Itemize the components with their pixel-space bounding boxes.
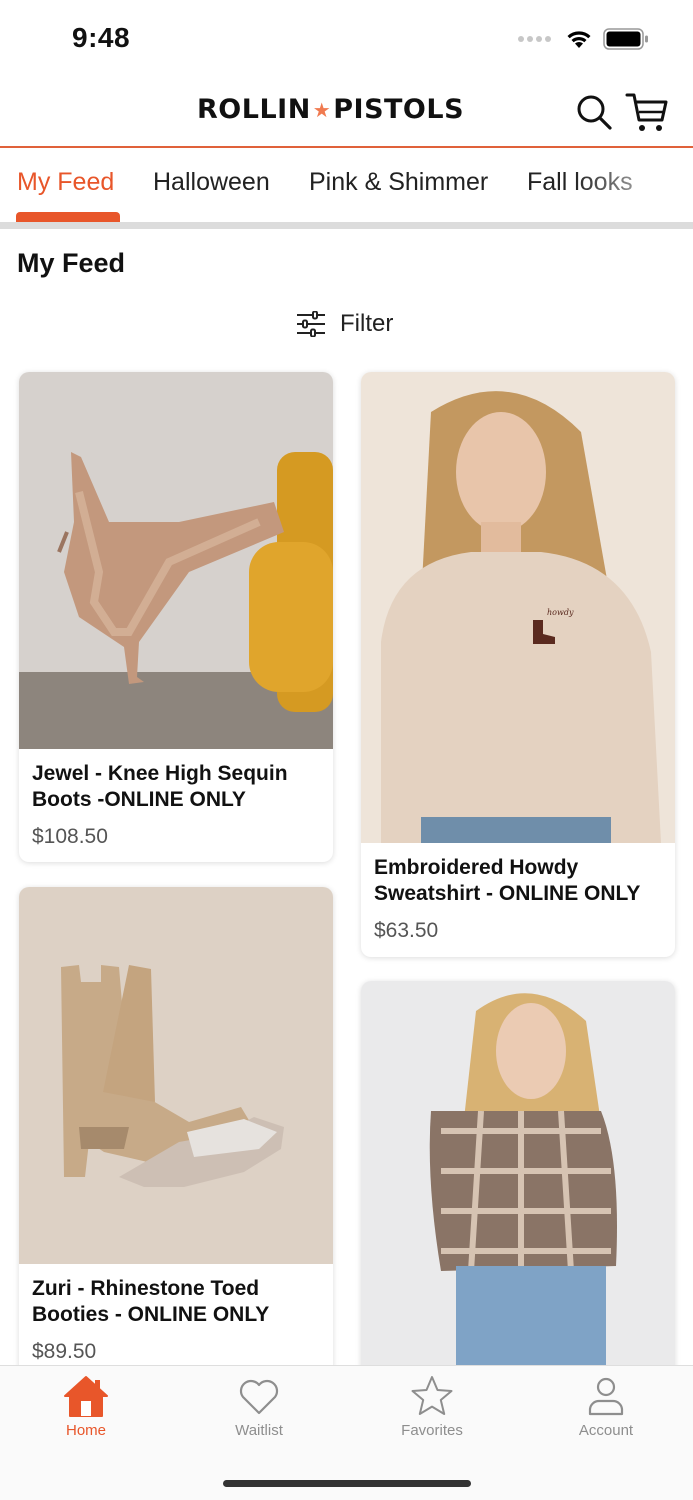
tabs-fade <box>573 150 693 222</box>
status-time: 9:48 <box>72 22 131 53</box>
product-name[interactable]: Jewel - Knee High Sequin Boots -ONLINE O… <box>19 749 333 813</box>
wifi-icon <box>567 31 591 48</box>
signal-icon <box>518 36 551 42</box>
tab-halloween[interactable]: Halloween <box>153 168 270 197</box>
product-price: $63.50 <box>374 919 439 942</box>
filter-sliders-icon <box>297 311 325 337</box>
active-tab-indicator <box>16 212 120 222</box>
home-indicator <box>223 1480 471 1487</box>
product-image[interactable] <box>19 887 333 1264</box>
tab-pink-shimmer[interactable]: Pink & Shimmer <box>309 168 488 197</box>
category-tabs: My Feed Halloween Pink & Shimmer Fall lo… <box>0 150 693 222</box>
logo-text-right: PISTOLS <box>333 94 465 125</box>
battery-icon <box>603 28 648 50</box>
filter-button[interactable]: Filter <box>296 310 393 338</box>
product-card[interactable]: howdy Embroidered Howdy Sweatshirt - ONL… <box>361 372 675 957</box>
nav-account-label: Account <box>578 1422 634 1439</box>
home-icon <box>64 1376 108 1417</box>
product-image[interactable] <box>19 372 333 749</box>
product-name[interactable]: Embroidered Howdy Sweatshirt - ONLINE ON… <box>361 843 675 907</box>
status-bar: 9:48 <box>0 0 693 80</box>
logo-star-icon: ★ <box>312 97 332 122</box>
tabs-divider <box>0 222 693 229</box>
product-card[interactable]: Jewel - Knee High Sequin Boots -ONLINE O… <box>19 372 333 862</box>
page-title: My Feed <box>17 248 126 278</box>
svg-text:howdy: howdy <box>547 608 574 617</box>
tab-my-feed[interactable]: My Feed <box>17 168 114 197</box>
status-icons <box>518 28 649 50</box>
cart-icon[interactable] <box>625 90 669 134</box>
brand-logo[interactable]: ROLLIN ★ PISTOLS <box>197 94 464 125</box>
product-price: $108.50 <box>32 825 108 848</box>
product-price: $89.50 <box>32 1340 97 1363</box>
heart-icon <box>239 1379 279 1415</box>
product-card[interactable]: Zuri - Rhinestone Toed Booties - ONLINE … <box>19 887 333 1377</box>
nav-home-label: Home <box>65 1422 106 1439</box>
product-card[interactable] <box>361 981 675 1401</box>
search-icon[interactable] <box>574 92 614 132</box>
product-image[interactable] <box>361 981 675 1401</box>
person-icon <box>588 1377 624 1416</box>
product-name[interactable]: Zuri - Rhinestone Toed Booties - ONLINE … <box>19 1264 333 1328</box>
nav-waitlist-label: Waitlist <box>235 1422 283 1439</box>
logo-text-left: ROLLIN <box>197 94 311 125</box>
star-icon <box>411 1376 453 1415</box>
nav-home[interactable]: Home <box>26 1374 146 1439</box>
app-header: ROLLIN ★ PISTOLS <box>0 80 693 148</box>
nav-favorites-label: Favorites <box>401 1422 463 1439</box>
nav-account[interactable]: Account <box>546 1374 666 1439</box>
product-image[interactable]: howdy <box>361 372 675 843</box>
nav-favorites[interactable]: Favorites <box>372 1374 492 1439</box>
nav-waitlist[interactable]: Waitlist <box>199 1374 319 1439</box>
filter-label: Filter <box>340 310 394 337</box>
